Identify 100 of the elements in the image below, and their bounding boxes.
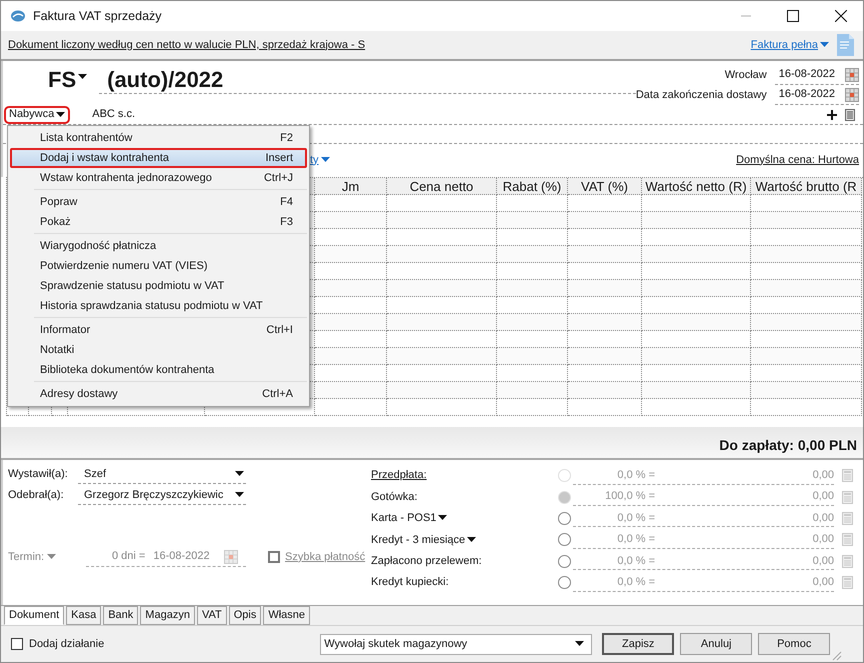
table-cell[interactable] <box>497 399 568 416</box>
table-cell[interactable] <box>751 314 862 331</box>
column-header[interactable]: Cena netto <box>387 178 497 195</box>
table-cell[interactable] <box>751 365 862 382</box>
table-cell[interactable] <box>642 297 751 314</box>
table-cell[interactable] <box>642 212 751 229</box>
checkbox[interactable] <box>11 638 23 650</box>
menu-item[interactable]: Notatki <box>10 340 307 360</box>
table-cell[interactable] <box>497 263 568 280</box>
table-cell[interactable] <box>315 229 387 246</box>
document-description-link[interactable]: Dokument liczony według cen netto w walucie PLN, sprzedaż krajowa - S <box>8 36 366 54</box>
table-cell[interactable] <box>568 331 642 348</box>
table-cell[interactable] <box>751 246 862 263</box>
table-cell[interactable] <box>497 331 568 348</box>
date-field[interactable]: 16-08-2022 <box>778 66 835 83</box>
table-cell[interactable] <box>568 212 642 229</box>
table-cell[interactable] <box>568 348 642 365</box>
table-cell[interactable] <box>642 331 751 348</box>
table-cell[interactable] <box>751 331 862 348</box>
menu-item[interactable]: Adresy dostawy Ctrl+A <box>10 384 307 404</box>
table-cell[interactable] <box>387 399 497 416</box>
table-cell[interactable] <box>497 212 568 229</box>
radio-button[interactable] <box>558 533 571 546</box>
dialog-button[interactable]: Pomoc <box>758 633 830 655</box>
table-cell[interactable] <box>642 280 751 297</box>
table-cell[interactable] <box>642 365 751 382</box>
column-header[interactable]: Jm <box>315 178 387 195</box>
table-cell[interactable] <box>568 229 642 246</box>
table-cell[interactable] <box>497 229 568 246</box>
menu-item[interactable]: Dodaj i wstaw kontrahenta Insert <box>10 148 307 168</box>
tab[interactable]: Kasa <box>66 606 102 625</box>
table-cell[interactable] <box>387 331 497 348</box>
table-cell[interactable] <box>568 195 642 212</box>
person-dropdown[interactable]: Grzegorz Bręczyszczykiewic <box>78 486 246 505</box>
dialog-button[interactable]: Anuluj <box>680 633 752 655</box>
table-cell[interactable] <box>751 280 862 297</box>
table-cell[interactable] <box>315 212 387 229</box>
table-cell[interactable] <box>315 280 387 297</box>
table-cell[interactable] <box>751 297 862 314</box>
document-type-link[interactable]: Faktura pełna <box>750 36 829 54</box>
table-cell[interactable] <box>387 314 497 331</box>
checkbox[interactable] <box>268 551 280 563</box>
table-cell[interactable] <box>387 212 497 229</box>
table-cell[interactable] <box>315 297 387 314</box>
person-dropdown[interactable]: Szef <box>78 465 246 484</box>
column-header[interactable]: Rabat (%) <box>497 178 568 195</box>
table-cell[interactable] <box>497 348 568 365</box>
series-dropdown[interactable]: FS <box>48 67 88 93</box>
table-cell[interactable] <box>387 280 497 297</box>
date-field[interactable]: 16-08-2022 <box>778 86 835 103</box>
table-cell[interactable] <box>568 280 642 297</box>
document-icon[interactable] <box>837 34 854 56</box>
table-cell[interactable] <box>497 280 568 297</box>
menu-item[interactable]: Pokaż F3 <box>10 212 307 232</box>
table-cell[interactable] <box>642 314 751 331</box>
default-price-link[interactable]: Domyślna cena: Hurtowa <box>736 152 859 168</box>
table-cell[interactable] <box>751 263 862 280</box>
radio-button[interactable] <box>558 576 571 590</box>
maximize-icon[interactable] <box>787 10 799 22</box>
tab[interactable]: Magazyn <box>140 606 195 625</box>
radio-button[interactable] <box>558 512 571 525</box>
table-cell[interactable] <box>751 348 862 365</box>
table-cell[interactable] <box>751 195 862 212</box>
menu-item[interactable]: Potwierdzenie numeru VAT (VIES) <box>10 256 307 276</box>
table-cell[interactable] <box>642 382 751 399</box>
menu-item[interactable]: Informator Ctrl+I <box>10 320 307 340</box>
radio-button[interactable] <box>558 554 571 568</box>
table-cell[interactable] <box>387 382 497 399</box>
table-cell[interactable] <box>387 297 497 314</box>
menu-item[interactable]: Sprawdzenie statusu podmiotu w VAT <box>10 276 307 296</box>
menu-item[interactable]: Biblioteka dokumentów kontrahenta <box>10 360 307 380</box>
table-cell[interactable] <box>387 246 497 263</box>
table-cell[interactable] <box>387 195 497 212</box>
tab[interactable]: Własne <box>263 606 310 625</box>
table-cell[interactable] <box>568 382 642 399</box>
column-header[interactable]: Wartość brutto (R <box>751 178 862 195</box>
table-cell[interactable] <box>315 382 387 399</box>
table-cell[interactable] <box>751 212 862 229</box>
table-cell[interactable] <box>315 365 387 382</box>
column-header[interactable]: Wartość netto (R) <box>642 178 751 195</box>
tab[interactable]: VAT <box>196 606 227 625</box>
table-cell[interactable] <box>497 246 568 263</box>
table-cell[interactable] <box>642 246 751 263</box>
tab[interactable]: Dokument <box>4 606 64 625</box>
table-cell[interactable] <box>568 297 642 314</box>
table-cell[interactable] <box>568 246 642 263</box>
table-cell[interactable] <box>387 229 497 246</box>
table-cell[interactable] <box>315 399 387 416</box>
stock-effect-dropdown[interactable]: Wywołaj skutek magazynowy <box>320 634 592 654</box>
menu-item[interactable]: Wiarygodność płatnicza <box>10 236 307 256</box>
payment-method-dropdown[interactable]: Karta - POS1 <box>371 510 558 527</box>
table-cell[interactable] <box>497 195 568 212</box>
close-icon[interactable] <box>835 10 847 22</box>
table-cell[interactable] <box>642 399 751 416</box>
table-cell[interactable] <box>568 314 642 331</box>
tab[interactable]: Bank <box>103 606 138 625</box>
table-cell[interactable] <box>387 365 497 382</box>
table-cell[interactable] <box>315 314 387 331</box>
table-cell[interactable] <box>387 263 497 280</box>
tab[interactable]: Opis <box>228 606 262 625</box>
